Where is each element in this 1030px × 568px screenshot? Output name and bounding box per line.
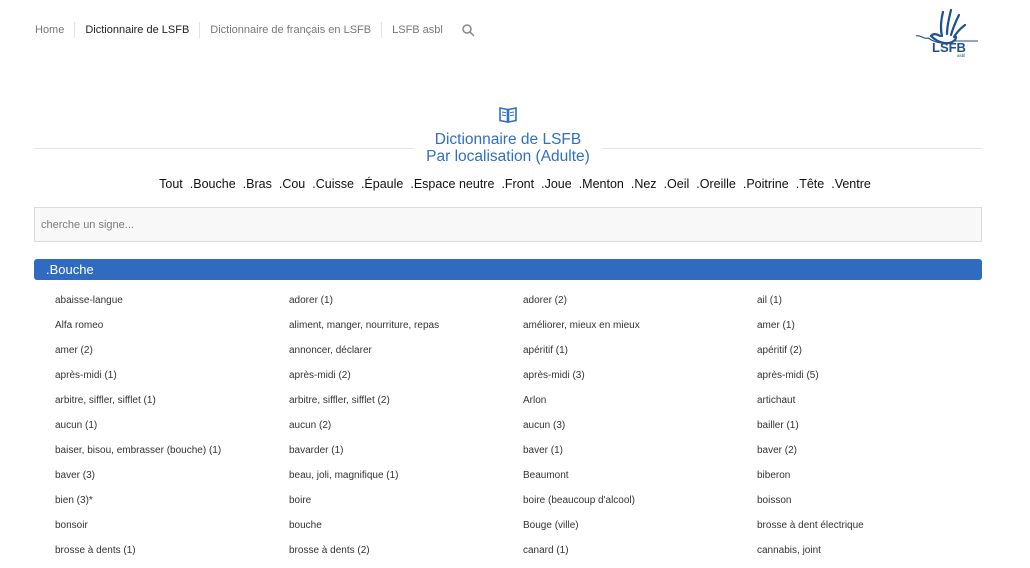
sign-word-link[interactable]: arbitre, siffler, sifflet (1) (55, 394, 289, 419)
sign-word-link[interactable]: bien (3)* (55, 494, 289, 519)
sign-word-link[interactable]: aucun (3) (523, 419, 757, 444)
sign-word-link[interactable]: biberon (757, 469, 991, 494)
sign-word-link[interactable]: après-midi (5) (757, 369, 991, 394)
sign-word-link[interactable]: abaisse-langue (55, 294, 289, 319)
sign-word-link[interactable]: boire (289, 494, 523, 519)
sign-word-link[interactable]: ail (1) (757, 294, 991, 319)
sign-word-link[interactable]: aliment, manger, nourriture, repas (289, 319, 523, 344)
nav-dictionnaire-lsfb[interactable]: Dictionnaire de LSFB (75, 22, 201, 38)
sign-word-link[interactable]: baiser, bisou, embrasser (bouche) (1) (55, 444, 289, 469)
sign-word-link[interactable]: apéritif (2) (757, 344, 991, 369)
sign-word-link[interactable]: brosse à dents (1) (55, 544, 289, 568)
filter-link[interactable]: .Oeil (664, 177, 690, 191)
filter-link[interactable]: .Ventre (831, 177, 871, 191)
filter-link[interactable]: .Poitrine (743, 177, 789, 191)
nav-lsfb-asbl[interactable]: LSFB asbl (382, 22, 453, 38)
hand-icon (929, 8, 967, 45)
search-icon[interactable] (461, 23, 475, 37)
filter-link[interactable]: .Oreille (696, 177, 736, 191)
book-icon (499, 107, 517, 123)
location-filter-bar: Tout .Bouche .Bras .Cou .Cuisse .Épaule .Espac… (0, 177, 1030, 191)
filter-link[interactable]: .Front (501, 177, 534, 191)
sign-word-link[interactable]: amer (1) (757, 319, 991, 344)
sign-word-link[interactable]: aucun (2) (289, 419, 523, 444)
sign-word-link[interactable]: brosse à dents (2) (289, 544, 523, 568)
search-input[interactable] (34, 207, 982, 242)
sign-word-link[interactable]: boisson (757, 494, 991, 519)
page-title-line2: Par localisation (Adulte) (426, 148, 590, 165)
top-navigation: Home Dictionnaire de LSFB Dictionnaire d… (25, 22, 475, 38)
logo-subtext: asbl (957, 53, 965, 58)
sign-word-link[interactable]: baver (1) (523, 444, 757, 469)
filter-link[interactable]: .Joue (541, 177, 572, 191)
sign-word-grid: abaisse-langue adorer (1) adorer (2) ail (1… (55, 294, 991, 568)
filter-link[interactable]: .Nez (631, 177, 657, 191)
sign-word-link[interactable]: arbitre, siffler, sifflet (2) (289, 394, 523, 419)
sign-word-link[interactable]: bonsoir (55, 519, 289, 544)
sign-word-link[interactable]: bavarder (1) (289, 444, 523, 469)
filter-link[interactable]: .Bouche (190, 177, 236, 191)
sign-word-link[interactable]: annoncer, déclarer (289, 344, 523, 369)
sign-word-link[interactable]: Arlon (523, 394, 757, 419)
sign-word-link[interactable]: canard (1) (523, 544, 757, 568)
lsfb-logo[interactable]: LSFB asbl (910, 6, 982, 58)
sign-word-link[interactable]: après-midi (2) (289, 369, 523, 394)
sign-word-link[interactable]: artichaut (757, 394, 991, 419)
filter-link[interactable]: .Bras (243, 177, 272, 191)
page-title-block: Dictionnaire de LSFB Par localisation (A… (34, 131, 982, 166)
filter-link[interactable]: .Tête (796, 177, 825, 191)
sign-word-link[interactable]: Beaumont (523, 469, 757, 494)
sign-word-link[interactable]: amer (2) (55, 344, 289, 369)
nav-dictionnaire-francais[interactable]: Dictionnaire de français en LSFB (200, 22, 383, 38)
sign-word-link[interactable]: bailler (1) (757, 419, 991, 444)
filter-link[interactable]: .Cuisse (312, 177, 354, 191)
filter-link[interactable]: .Menton (579, 177, 624, 191)
section-header: .Bouche (34, 259, 982, 280)
nav-home[interactable]: Home (25, 22, 76, 38)
sign-word-link[interactable]: adorer (2) (523, 294, 757, 319)
filter-link[interactable]: .Épaule (361, 177, 403, 191)
sign-word-link[interactable]: baver (2) (757, 444, 991, 469)
filter-link[interactable]: .Espace neutre (410, 177, 494, 191)
filter-link[interactable]: Tout (159, 177, 183, 191)
sign-word-link[interactable]: Bouge (ville) (523, 519, 757, 544)
sign-word-link[interactable]: beau, joli, magnifique (1) (289, 469, 523, 494)
sign-word-link[interactable]: après-midi (3) (523, 369, 757, 394)
sign-word-link[interactable]: cannabis, joint (757, 544, 991, 568)
sign-word-link[interactable]: aucun (1) (55, 419, 289, 444)
filter-link[interactable]: .Cou (279, 177, 305, 191)
sign-word-link[interactable]: baver (3) (55, 469, 289, 494)
page-title: Dictionnaire de LSFB Par localisation (A… (414, 131, 602, 165)
sign-word-link[interactable]: Alfa romeo (55, 319, 289, 344)
sign-word-link[interactable]: après-midi (1) (55, 369, 289, 394)
page-title-line1: Dictionnaire de LSFB (434, 131, 582, 148)
sign-word-link[interactable]: améliorer, mieux en mieux (523, 319, 757, 344)
sign-word-link[interactable]: brosse à dent électrique (757, 519, 991, 544)
sign-word-link[interactable]: adorer (1) (289, 294, 523, 319)
sign-word-link[interactable]: bouche (289, 519, 523, 544)
sign-word-link[interactable]: boire (beaucoup d'alcool) (523, 494, 757, 519)
sign-word-link[interactable]: apéritif (1) (523, 344, 757, 369)
